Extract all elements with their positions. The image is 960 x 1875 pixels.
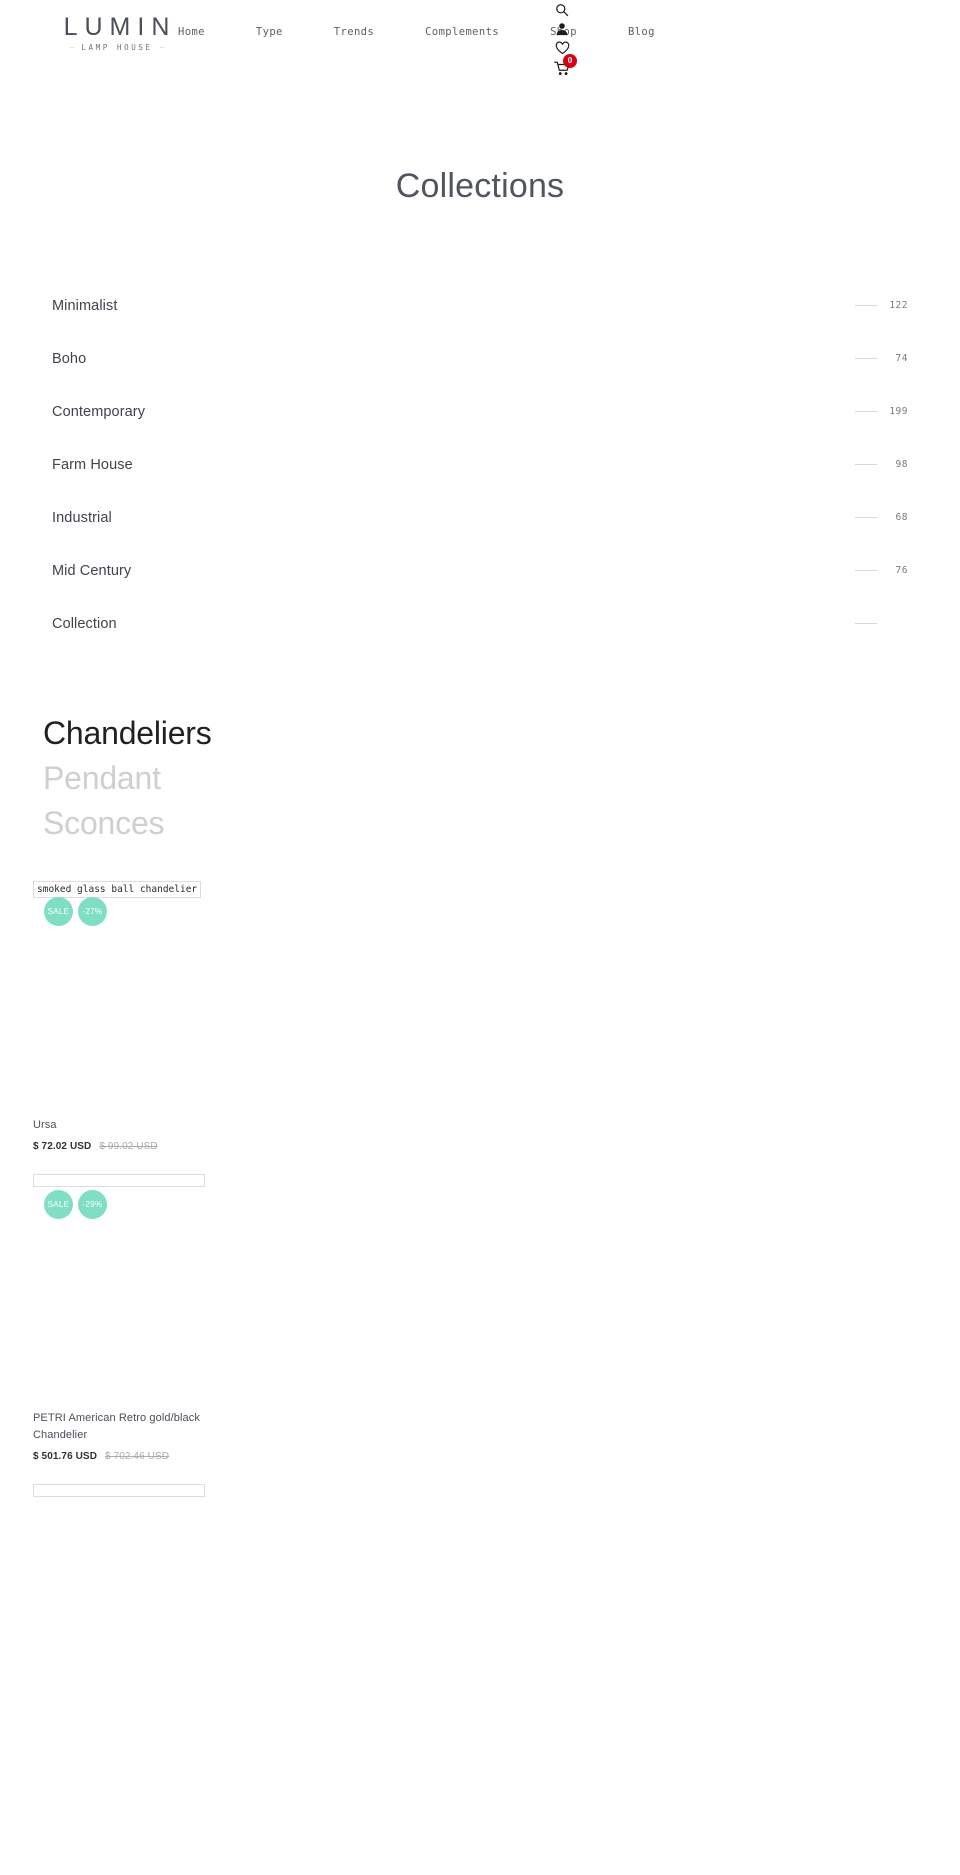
page-title: Collections	[395, 167, 565, 205]
product-media[interactable]: smoked glass ball chandelier SALE -27%	[33, 881, 205, 1111]
dash-rule-icon	[855, 570, 877, 571]
logo-tagline: — LAMP HOUSE —	[52, 43, 182, 52]
category-chandeliers[interactable]: Chandeliers	[43, 711, 960, 756]
collection-name: Minimalist	[52, 297, 118, 314]
collection-meta: 98	[855, 459, 908, 470]
product-title[interactable]: PETRI American Retro gold/black Chandeli…	[33, 1410, 201, 1444]
collection-item-contemporary[interactable]: Contemporary 199	[52, 385, 908, 438]
product-grid: smoked glass ball chandelier SALE -27% U…	[0, 881, 960, 1497]
collection-name: Mid Century	[52, 562, 132, 579]
nav-item-home[interactable]: Home	[178, 26, 229, 38]
product-sale-price: $ 501.76 USD	[33, 1451, 98, 1462]
sale-badge: SALE	[44, 897, 73, 926]
user-icon[interactable]	[554, 21, 570, 37]
product-compare-price: $ 702.46 USD	[105, 1451, 170, 1462]
collection-count: 98	[895, 459, 908, 470]
collections-list: Minimalist 122 Boho 74 Contemporary 199 …	[0, 279, 960, 650]
collection-item-boho[interactable]: Boho 74	[52, 332, 908, 385]
product-badge-group: SALE -29%	[44, 1190, 107, 1219]
collection-item-collection[interactable]: Collection	[52, 597, 908, 650]
logo-wordmark: LUMIN	[63, 13, 177, 41]
dash-rule-icon	[855, 464, 877, 465]
collection-name: Boho	[52, 350, 87, 367]
product-title[interactable]: Ursa	[33, 1117, 201, 1134]
product-media[interactable]: SALE -29%	[33, 1174, 205, 1404]
nav-item-trends[interactable]: Trends	[334, 26, 398, 38]
product-card[interactable]: SALE -29% PETRI American Retro gold/blac…	[33, 1174, 223, 1462]
collection-name: Collection	[52, 615, 117, 632]
product-info: Ursa $ 72.02 USD $ 99.02 USD	[33, 1117, 223, 1152]
site-logo[interactable]: LUMIN — LAMP HOUSE —	[52, 13, 182, 53]
dash-rule-icon	[855, 358, 877, 359]
product-card[interactable]: smoked glass ball chandelier SALE -27% U…	[33, 881, 223, 1152]
product-card[interactable]	[33, 1484, 223, 1497]
header-icon-group: 0	[550, 2, 577, 77]
product-image-alt-text	[33, 1484, 205, 1497]
collection-name: Contemporary	[52, 403, 146, 420]
category-pendant[interactable]: Pendant	[43, 756, 960, 801]
discount-badge: -29%	[78, 1190, 107, 1219]
dash-rule-icon	[855, 517, 877, 518]
product-compare-price: $ 99.02 USD	[99, 1141, 158, 1152]
product-sale-price: $ 72.02 USD	[33, 1141, 92, 1152]
collection-item-minimalist[interactable]: Minimalist 122	[52, 279, 908, 332]
site-header: LUMIN — LAMP HOUSE — Home Type Trends Co…	[0, 0, 960, 75]
product-image-alt-text	[33, 1174, 205, 1187]
search-icon[interactable]	[554, 2, 570, 18]
category-sconces[interactable]: Sconces	[43, 801, 960, 846]
nav-item-type[interactable]: Type	[256, 26, 307, 38]
collection-name: Industrial	[52, 509, 112, 526]
nav-item-blog[interactable]: Blog	[628, 26, 679, 38]
logo-tagline-text: LAMP HOUSE	[81, 43, 153, 53]
product-info: PETRI American Retro gold/black Chandeli…	[33, 1410, 223, 1462]
collection-count: 122	[889, 300, 908, 311]
main-navigation: Home Type Trends Complements Shop Blog	[178, 26, 679, 38]
nav-item-complements[interactable]: Complements	[425, 26, 523, 38]
sale-badge: SALE	[44, 1190, 73, 1219]
collection-count: 68	[895, 512, 908, 523]
discount-badge: -27%	[78, 897, 107, 926]
logo-rule-right: —	[159, 43, 165, 53]
dash-rule-icon	[855, 623, 877, 624]
category-filter-list: Chandeliers Pendant Sconces	[0, 711, 960, 846]
product-price-group: $ 72.02 USD $ 99.02 USD	[33, 1141, 223, 1152]
collection-name: Farm House	[52, 456, 133, 473]
collection-item-industrial[interactable]: Industrial 68	[52, 491, 908, 544]
dash-rule-icon	[855, 411, 877, 412]
collection-count: 199	[889, 406, 908, 417]
collection-count: 76	[895, 565, 908, 576]
collection-meta	[855, 623, 908, 624]
product-image-alt-text: smoked glass ball chandelier	[33, 881, 202, 898]
collection-count: 74	[895, 353, 908, 364]
product-price-group: $ 501.76 USD $ 702.46 USD	[33, 1451, 223, 1462]
product-badge-group: SALE -27%	[44, 897, 107, 926]
cart-icon[interactable]: 0	[552, 54, 577, 77]
dash-rule-icon	[855, 305, 877, 306]
collection-meta: 122	[855, 300, 908, 311]
logo-rule-left: —	[69, 43, 75, 53]
collection-meta: 74	[855, 353, 908, 364]
product-media[interactable]	[33, 1484, 205, 1497]
collection-meta: 199	[855, 406, 908, 417]
collection-item-farm-house[interactable]: Farm House 98	[52, 438, 908, 491]
cart-count-badge: 0	[563, 54, 577, 68]
collection-meta: 68	[855, 512, 908, 523]
collection-meta: 76	[855, 565, 908, 576]
collection-item-mid-century[interactable]: Mid Century 76	[52, 544, 908, 597]
